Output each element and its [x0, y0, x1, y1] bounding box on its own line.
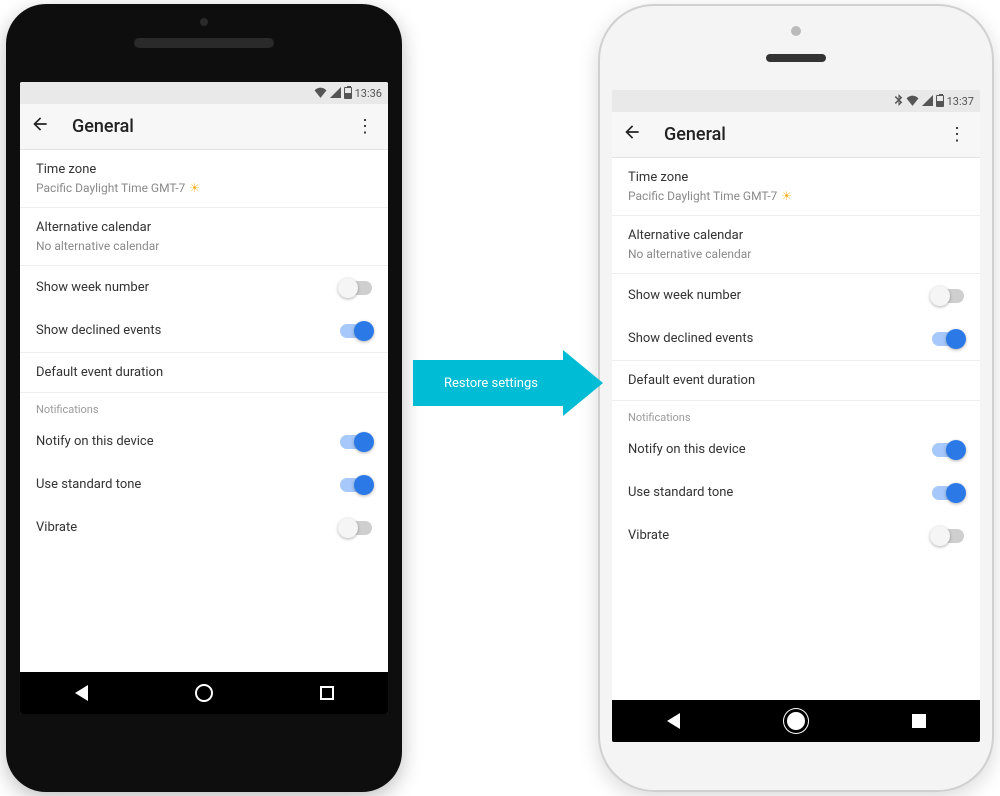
nav-recents-button[interactable]	[297, 672, 357, 714]
setting-label: Use standard tone	[628, 485, 733, 500]
setting-alt-calendar[interactable]: Alternative calendar No alternative cale…	[20, 208, 388, 265]
status-bar: 13:36	[20, 82, 388, 104]
setting-label: Default event duration	[628, 373, 964, 388]
page-title: General	[664, 124, 944, 145]
setting-label: Time zone	[36, 162, 372, 177]
setting-standard-tone[interactable]: Use standard tone	[20, 463, 388, 506]
toggle-switch[interactable]	[340, 435, 372, 449]
battery-icon	[936, 95, 944, 107]
nav-home-button[interactable]	[766, 700, 826, 742]
phone-left-screen: 13:36 General ⋮ Time zone Pacific Daylig…	[20, 82, 388, 714]
setting-vibrate[interactable]: Vibrate	[612, 514, 980, 557]
nav-back-button[interactable]	[51, 672, 111, 714]
setting-label: Notify on this device	[36, 434, 154, 449]
setting-label: Default event duration	[36, 365, 372, 380]
setting-label: Show declined events	[628, 331, 753, 346]
page-title: General	[72, 116, 352, 137]
arrow-head-icon	[563, 350, 603, 416]
bluetooth-icon	[894, 94, 903, 108]
settings-list: Time zone Pacific Daylight Time GMT-7☀ A…	[612, 158, 980, 700]
toggle-switch[interactable]	[932, 332, 964, 346]
wifi-icon	[314, 87, 327, 100]
section-header-notifications: Notifications	[20, 393, 388, 420]
setting-label: Vibrate	[628, 528, 669, 543]
back-button[interactable]	[30, 114, 58, 139]
setting-default-duration[interactable]: Default event duration	[612, 361, 980, 400]
setting-week-number[interactable]: Show week number	[612, 274, 980, 317]
restore-arrow: Restore settings	[413, 350, 603, 416]
nav-back-button[interactable]	[643, 700, 703, 742]
overflow-menu-button[interactable]: ⋮	[944, 124, 970, 145]
setting-standard-tone[interactable]: Use standard tone	[612, 471, 980, 514]
setting-label: Time zone	[628, 170, 964, 185]
toggle-switch[interactable]	[340, 324, 372, 338]
toggle-switch[interactable]	[340, 521, 372, 535]
wifi-icon	[906, 95, 919, 108]
app-bar: General ⋮	[612, 112, 980, 158]
status-clock: 13:37	[947, 95, 974, 108]
toggle-switch[interactable]	[340, 478, 372, 492]
setting-value: Pacific Daylight Time GMT-7☀	[36, 181, 372, 195]
setting-week-number[interactable]: Show week number	[20, 266, 388, 309]
setting-declined-events[interactable]: Show declined events	[20, 309, 388, 352]
toggle-switch[interactable]	[340, 281, 372, 295]
setting-timezone[interactable]: Time zone Pacific Daylight Time GMT-7☀	[20, 150, 388, 207]
setting-vibrate[interactable]: Vibrate	[20, 506, 388, 549]
settings-list: Time zone Pacific Daylight Time GMT-7☀ A…	[20, 150, 388, 672]
restore-arrow-label: Restore settings	[413, 360, 563, 406]
back-button[interactable]	[622, 122, 650, 147]
nav-home-button[interactable]	[174, 672, 234, 714]
toggle-switch[interactable]	[932, 289, 964, 303]
phone-right-screen: 13:37 General ⋮ Time zone Pacific Daylig…	[612, 90, 980, 742]
cell-signal-icon	[330, 87, 341, 100]
setting-label: Show week number	[36, 280, 149, 295]
toggle-switch[interactable]	[932, 443, 964, 457]
setting-timezone[interactable]: Time zone Pacific Daylight Time GMT-7☀	[612, 158, 980, 215]
status-clock: 13:36	[355, 87, 382, 100]
battery-icon	[344, 87, 352, 99]
sun-icon: ☀	[781, 189, 792, 203]
section-header-notifications: Notifications	[612, 401, 980, 428]
phone-right-frame: 13:37 General ⋮ Time zone Pacific Daylig…	[598, 4, 994, 792]
cell-signal-icon	[922, 95, 933, 108]
phone-left-frame: 13:36 General ⋮ Time zone Pacific Daylig…	[6, 4, 402, 792]
setting-label: Alternative calendar	[36, 220, 372, 235]
nav-recents-button[interactable]	[889, 700, 949, 742]
status-bar: 13:37	[612, 90, 980, 112]
setting-declined-events[interactable]: Show declined events	[612, 317, 980, 360]
setting-value: No alternative calendar	[628, 247, 964, 261]
setting-label: Show declined events	[36, 323, 161, 338]
setting-value: Pacific Daylight Time GMT-7☀	[628, 189, 964, 203]
setting-notify-device[interactable]: Notify on this device	[612, 428, 980, 471]
setting-label: Use standard tone	[36, 477, 141, 492]
setting-label: Show week number	[628, 288, 741, 303]
setting-label: Vibrate	[36, 520, 77, 535]
setting-default-duration[interactable]: Default event duration	[20, 353, 388, 392]
setting-label: Alternative calendar	[628, 228, 964, 243]
setting-value: No alternative calendar	[36, 239, 372, 253]
system-nav-bar	[20, 672, 388, 714]
system-nav-bar	[612, 700, 980, 742]
overflow-menu-button[interactable]: ⋮	[352, 116, 378, 137]
toggle-switch[interactable]	[932, 486, 964, 500]
setting-label: Notify on this device	[628, 442, 746, 457]
setting-alt-calendar[interactable]: Alternative calendar No alternative cale…	[612, 216, 980, 273]
app-bar: General ⋮	[20, 104, 388, 150]
toggle-switch[interactable]	[932, 529, 964, 543]
setting-notify-device[interactable]: Notify on this device	[20, 420, 388, 463]
sun-icon: ☀	[189, 181, 200, 195]
